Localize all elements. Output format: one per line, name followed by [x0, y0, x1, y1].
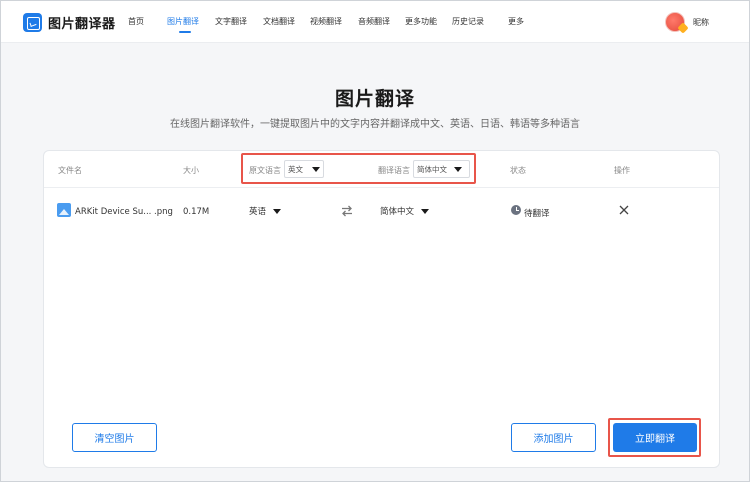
source-language-value: 英文	[288, 164, 303, 174]
header-target-language: 翻译语言	[378, 166, 410, 175]
image-file-icon	[57, 203, 71, 217]
chevron-down-icon	[454, 166, 462, 172]
clear-images-label: 清空图片	[94, 434, 135, 445]
row-status: 待翻译	[524, 209, 550, 219]
add-image-label: 添加图片	[533, 434, 574, 445]
header-actions: 操作	[614, 166, 630, 175]
translate-now-button[interactable]: 立即翻译	[613, 423, 697, 452]
nav-item-text-translate[interactable]: 文字翻译	[215, 16, 247, 27]
user-name[interactable]: 昵称	[693, 17, 709, 28]
nav-item-video-translate[interactable]: 视频翻译	[310, 16, 342, 27]
nav-item-more[interactable]: 更多	[508, 16, 524, 27]
table-header: 文件名 大小 原文语言 英文 翻译语言 简体中文 状态 操作	[44, 151, 719, 188]
nav-active-indicator	[179, 31, 191, 33]
nav-item-home[interactable]: 首页	[128, 16, 144, 27]
nav-item-audio-translate[interactable]: 音频翻译	[358, 16, 390, 27]
row-filename: ARKit Device Su... .png	[75, 207, 173, 217]
chevron-down-icon	[312, 166, 320, 172]
avatar[interactable]	[665, 12, 685, 32]
user-menu[interactable]: 昵称	[665, 12, 709, 32]
top-navigation-bar: 图片翻译器 首页 图片翻译 文字翻译 文档翻译 视频翻译 音频翻译 更多功能 历…	[1, 1, 749, 43]
chevron-down-icon	[421, 208, 430, 214]
close-icon[interactable]	[618, 204, 630, 216]
header-status: 状态	[510, 166, 526, 175]
nav-item-document-translate[interactable]: 文档翻译	[263, 16, 295, 27]
page-subtitle: 在线图片翻译软件，一键提取图片中的文字内容并翻译成中文、英语、日语、韩语等多种语…	[170, 119, 580, 130]
row-target-language-select[interactable]: 简体中文	[380, 204, 430, 218]
header-filename: 文件名	[58, 166, 82, 175]
file-list-card: 文件名 大小 原文语言 英文 翻译语言 简体中文 状态 操作 ARKit Dev…	[43, 150, 720, 468]
header-source-language: 原文语言	[249, 166, 281, 175]
row-target-language-value: 简体中文	[380, 207, 415, 217]
page-title: 图片翻译	[334, 88, 415, 110]
image-icon	[23, 12, 42, 32]
translate-now-label: 立即翻译	[635, 434, 675, 445]
clock-icon	[511, 205, 521, 215]
nav-item-image-translate[interactable]: 图片翻译	[167, 16, 199, 27]
source-language-select[interactable]: 英文	[284, 160, 324, 178]
chevron-down-icon	[273, 208, 282, 214]
target-language-value: 简体中文	[417, 164, 447, 174]
nav-item-more-features[interactable]: 更多功能	[405, 16, 437, 27]
row-size: 0.17M	[183, 207, 210, 217]
row-source-language-select[interactable]: 英语	[249, 204, 282, 218]
header-size: 大小	[183, 166, 199, 175]
clear-images-button[interactable]: 清空图片	[72, 423, 157, 452]
nav-item-history[interactable]: 历史记录	[452, 16, 484, 27]
swap-languages-icon[interactable]	[340, 204, 354, 218]
add-image-button[interactable]: 添加图片	[511, 423, 596, 452]
row-source-language-value: 英语	[249, 207, 267, 217]
app-name: 图片翻译器	[48, 16, 116, 32]
app-logo[interactable]: 图片翻译器	[23, 12, 116, 32]
target-language-select[interactable]: 简体中文	[413, 160, 470, 178]
